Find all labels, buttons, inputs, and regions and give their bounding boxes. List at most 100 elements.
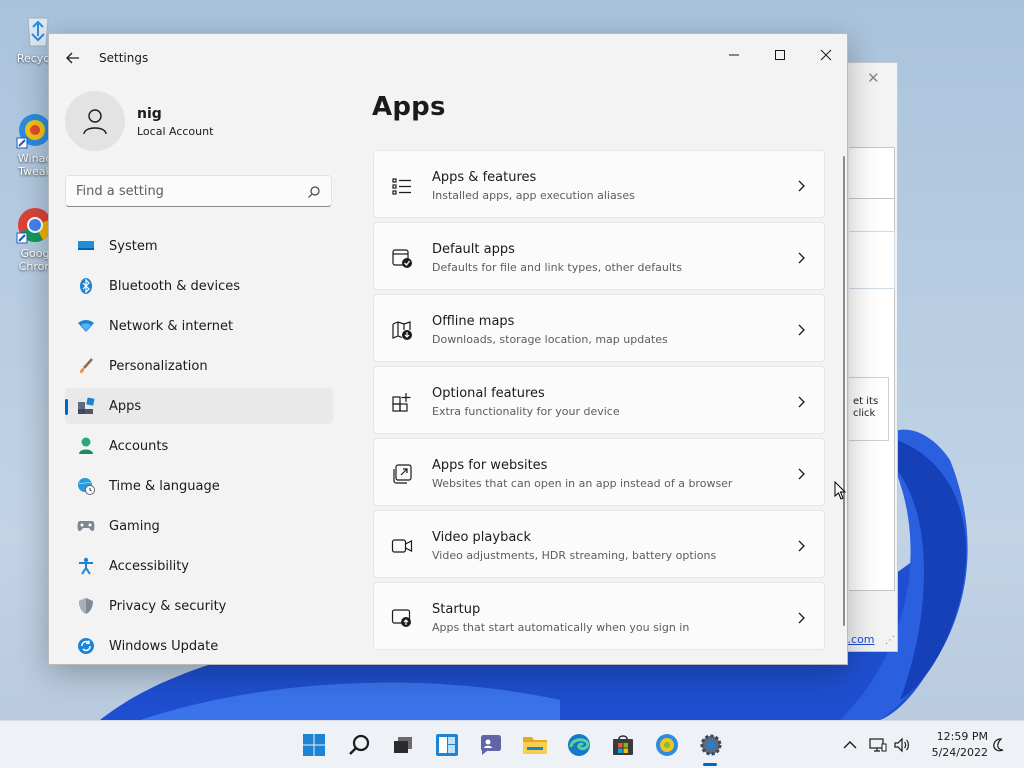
sidebar-item-label: Apps (109, 398, 142, 414)
update-icon (77, 637, 95, 655)
sidebar-item-apps[interactable]: Apps (65, 388, 333, 424)
search-icon[interactable] (307, 184, 321, 198)
store-icon[interactable] (609, 731, 637, 759)
close-icon[interactable]: ✕ (867, 69, 880, 87)
scrollbar[interactable] (843, 156, 845, 626)
background-box (849, 147, 895, 199)
minimize-icon (729, 54, 739, 56)
sidebar-item-label: Gaming (109, 518, 160, 534)
chevron-right-icon (796, 466, 806, 480)
winaero-icon[interactable] (653, 731, 681, 759)
person-icon (77, 437, 95, 455)
globe-clock-icon (77, 477, 95, 495)
sidebar-item-time-language[interactable]: Time & language (65, 468, 333, 504)
account-type: Local Account (137, 125, 214, 138)
window-title: Settings (99, 51, 149, 65)
card-apps-for-websites[interactable]: Apps for websites Websites that can open… (373, 438, 825, 506)
chevron-right-icon (796, 394, 806, 408)
sidebar-item-label: Accounts (109, 438, 169, 454)
card-startup[interactable]: Startup Apps that start automatically wh… (373, 582, 825, 650)
chevron-up-icon[interactable] (840, 735, 860, 755)
sidebar-item-privacy[interactable]: Privacy & security (65, 588, 333, 624)
settings-window: Settings nig Local Account System Blueto (48, 33, 848, 665)
sidebar-item-bluetooth[interactable]: Bluetooth & devices (65, 268, 333, 304)
mouse-cursor-icon (834, 480, 848, 505)
network-icon[interactable] (868, 735, 888, 755)
clock-date: 5/24/2022 (931, 746, 988, 759)
card-title: Offline maps (432, 314, 515, 329)
sidebar-item-accessibility[interactable]: Accessibility (65, 548, 333, 584)
back-arrow-icon[interactable] (63, 48, 83, 68)
shield-icon (77, 597, 95, 615)
chevron-right-icon (796, 178, 806, 192)
start-icon[interactable] (300, 731, 328, 759)
map-icon (391, 319, 413, 341)
default-apps-icon (391, 247, 413, 269)
sidebar-item-label: Personalization (109, 358, 208, 374)
sidebar-item-label: Accessibility (109, 558, 189, 574)
gamepad-icon (77, 517, 95, 535)
active-app-indicator (703, 763, 717, 766)
task-view-icon[interactable] (389, 731, 417, 759)
title-bar[interactable]: Settings (49, 34, 847, 82)
avatar (65, 91, 125, 151)
chat-icon[interactable] (477, 731, 505, 759)
card-subtitle: Extra functionality for your device (432, 405, 620, 418)
person-icon (83, 109, 107, 135)
card-optional-features[interactable]: Optional features Extra functionality fo… (373, 366, 825, 434)
apps-icon (77, 397, 95, 415)
sidebar-item-network[interactable]: Network & internet (65, 308, 333, 344)
grid-plus-icon (391, 391, 413, 413)
sidebar-item-windows-update[interactable]: Windows Update (65, 628, 333, 664)
sidebar-item-label: System (109, 238, 158, 254)
sidebar-item-label: Bluetooth & devices (109, 278, 240, 294)
monitor-icon (77, 237, 95, 255)
card-subtitle: Video adjustments, HDR streaming, batter… (432, 549, 717, 562)
sidebar-item-label: Network & internet (109, 318, 234, 334)
background-text-box: et its click (849, 377, 889, 441)
taskbar: 12:59 PM 5/24/2022 (0, 720, 1024, 768)
apps-settings-list: Apps & features Installed apps, app exec… (373, 150, 825, 654)
volume-icon[interactable] (892, 735, 912, 755)
search-input[interactable] (76, 182, 296, 200)
sidebar-item-accounts[interactable]: Accounts (65, 428, 333, 464)
sidebar-item-label: Windows Update (109, 638, 219, 654)
clock-time: 12:59 PM (936, 730, 988, 743)
search-icon[interactable] (345, 731, 373, 759)
close-icon (820, 49, 832, 61)
search-box[interactable] (65, 175, 332, 207)
file-explorer-icon[interactable] (521, 731, 549, 759)
sidebar-nav: System Bluetooth & devices Network & int… (65, 228, 333, 664)
widgets-icon[interactable] (433, 731, 461, 759)
bluetooth-icon (77, 277, 95, 295)
settings-gear-icon[interactable] (697, 731, 725, 759)
background-box (849, 231, 895, 289)
minimize-button[interactable] (711, 40, 757, 70)
sidebar-item-label: Time & language (109, 478, 220, 494)
video-camera-icon (391, 535, 413, 557)
sidebar-item-gaming[interactable]: Gaming (65, 508, 333, 544)
wifi-icon (77, 317, 95, 335)
card-offline-maps[interactable]: Offline maps Downloads, storage location… (373, 294, 825, 362)
background-window[interactable]: ✕ et its click o.com ⋰ (840, 62, 898, 652)
card-subtitle: Apps that start automatically when you s… (432, 621, 690, 634)
card-default-apps[interactable]: Default apps Defaults for file and link … (373, 222, 825, 290)
accessibility-icon (77, 557, 95, 575)
card-video-playback[interactable]: Video playback Video adjustments, HDR st… (373, 510, 825, 578)
focus-assist-moon-icon[interactable] (988, 735, 1008, 755)
card-title: Default apps (432, 242, 515, 257)
system-clock[interactable]: 12:59 PM 5/24/2022 (916, 729, 988, 761)
page-title: Apps (372, 92, 446, 122)
resize-grip-icon[interactable]: ⋰ (885, 635, 895, 646)
card-title: Optional features (432, 386, 545, 401)
startup-icon (391, 607, 413, 629)
sidebar-item-personalization[interactable]: Personalization (65, 348, 333, 384)
card-apps-features[interactable]: Apps & features Installed apps, app exec… (373, 150, 825, 218)
sidebar-item-system[interactable]: System (65, 228, 333, 264)
close-button[interactable] (803, 40, 847, 70)
card-title: Apps for websites (432, 458, 548, 473)
list-icon (391, 175, 413, 197)
maximize-button[interactable] (757, 40, 803, 70)
chevron-right-icon (796, 250, 806, 264)
edge-icon[interactable] (565, 731, 593, 759)
